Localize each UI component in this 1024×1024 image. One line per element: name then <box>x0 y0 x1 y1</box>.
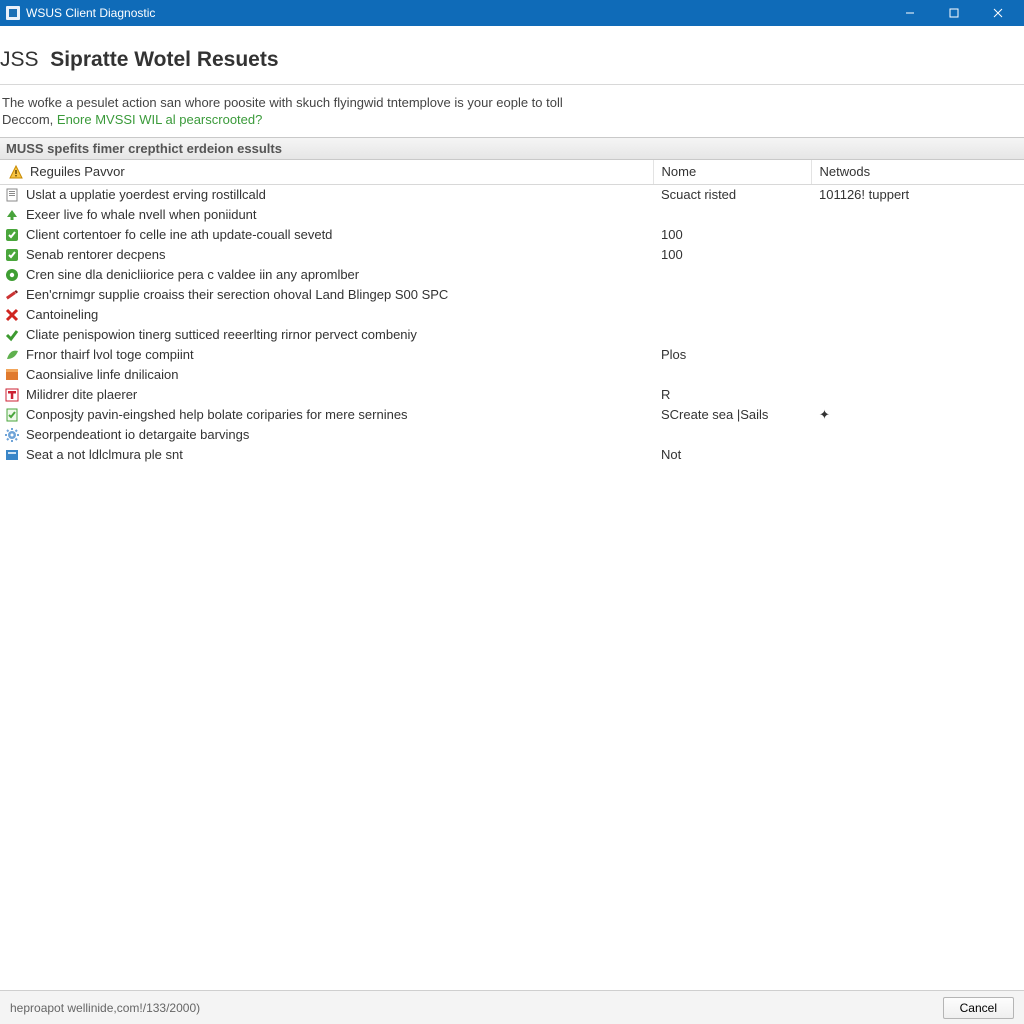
row-name: Scuact risted <box>653 184 811 205</box>
table-row[interactable]: Cren sine dla denicliiorice pera c valde… <box>0 265 1024 285</box>
intro-line-1: The wofke a pesulet action san whore poo… <box>2 95 1018 112</box>
close-icon <box>993 8 1003 18</box>
green-tick-icon <box>4 327 20 343</box>
table-row[interactable]: Senab rentorer decpens 100 <box>0 245 1024 265</box>
intro-line-2: Deccom, Enore MVSSI WIL al pearscrooted? <box>2 112 1018 129</box>
window-titlebar: WSUS Client Diagnostic <box>0 0 1024 26</box>
green-up-icon <box>4 207 20 223</box>
window-title: WSUS Client Diagnostic <box>26 6 155 20</box>
row-network <box>811 305 1024 325</box>
row-name <box>653 265 811 285</box>
row-network <box>811 345 1024 365</box>
maximize-button[interactable] <box>932 0 976 26</box>
results-header-row: Reguiles Pavvor Nome Netwods <box>0 160 1024 185</box>
row-desc: Frnor thairf lvol toge compiint <box>26 347 194 362</box>
table-row[interactable]: Exeer live fo whale nvell when poniidunt <box>0 205 1024 225</box>
table-row[interactable]: Conposjty pavin-eingshed help bolate cor… <box>0 405 1024 425</box>
row-name: R <box>653 385 811 405</box>
table-row[interactable]: Frnor thairf lvol toge compiint Plos <box>0 345 1024 365</box>
row-network <box>811 365 1024 385</box>
row-desc: Senab rentorer decpens <box>26 247 165 262</box>
page-heading: JSS Sipratte Wotel Resuets <box>0 26 1024 85</box>
table-row[interactable]: Seorpendeationt io detargaite barvings <box>0 425 1024 445</box>
row-name <box>653 325 811 345</box>
table-row[interactable]: Milidrer dite plaerer R <box>0 385 1024 405</box>
row-desc: Cliate penispowion tinerg sutticed reeer… <box>26 327 417 342</box>
row-desc: Seat a not ldlclmura ple snt <box>26 447 183 462</box>
red-x-icon <box>4 307 20 323</box>
row-network <box>811 445 1024 465</box>
row-name <box>653 285 811 305</box>
col-header-name[interactable]: Nome <box>653 160 811 185</box>
row-desc: Milidrer dite plaerer <box>26 387 137 402</box>
row-name <box>653 305 811 325</box>
row-desc: Exeer live fo whale nvell when poniidunt <box>26 207 257 222</box>
row-network: 101126! tuppert <box>811 184 1024 205</box>
intro-text: The wofke a pesulet action san whore poo… <box>0 85 1024 137</box>
status-text: heproapot wellinide,com!/133/2000) <box>10 1001 200 1015</box>
green-doc-icon <box>4 407 20 423</box>
page-title: JSS Sipratte Wotel Resuets <box>0 48 1024 72</box>
status-bar: heproapot wellinide,com!/133/2000) Cance… <box>0 990 1024 1024</box>
table-row[interactable]: Cantoineling <box>0 305 1024 325</box>
row-network <box>811 225 1024 245</box>
title-prefix: JSS <box>0 48 39 71</box>
row-network <box>811 325 1024 345</box>
row-network <box>811 385 1024 405</box>
row-network <box>811 245 1024 265</box>
row-name: Not <box>653 445 811 465</box>
cancel-button[interactable]: Cancel <box>943 997 1014 1019</box>
blue-box-icon <box>4 447 20 463</box>
row-desc: Cren sine dla denicliiorice pera c valde… <box>26 267 359 282</box>
row-desc: Uslat a upplatie yoerdest erving rostill… <box>26 187 266 202</box>
red-t-icon <box>4 387 20 403</box>
row-network <box>811 425 1024 445</box>
green-disc-icon <box>4 267 20 283</box>
orange-box-icon <box>4 367 20 383</box>
table-row[interactable]: Client cortentoer fo celle ine ath updat… <box>0 225 1024 245</box>
results-table: Reguiles Pavvor Nome Netwods Uslat a upp… <box>0 160 1024 465</box>
page-icon <box>4 187 20 203</box>
row-desc: Client cortentoer fo celle ine ath updat… <box>26 227 332 242</box>
row-network <box>811 285 1024 305</box>
intro-link[interactable]: Enore MVSSI WIL al pearscrooted? <box>57 112 262 127</box>
table-row[interactable]: Seat a not ldlclmura ple snt Not <box>0 445 1024 465</box>
green-box-icon <box>4 227 20 243</box>
warning-icon <box>8 164 24 180</box>
row-desc: Een'crnimgr supplie croaiss their serect… <box>26 287 448 302</box>
row-name <box>653 425 811 445</box>
minimize-icon <box>905 8 915 18</box>
blue-gear-icon <box>4 427 20 443</box>
close-button[interactable] <box>976 0 1020 26</box>
row-network: ✦ <box>811 405 1024 425</box>
row-name: Plos <box>653 345 811 365</box>
col-header-net[interactable]: Netwods <box>811 160 1024 185</box>
table-row[interactable]: Caonsialive linfe dnilicaion <box>0 365 1024 385</box>
title-main: Sipratte Wotel Resuets <box>50 48 278 71</box>
row-desc: Conposjty pavin-eingshed help bolate cor… <box>26 407 408 422</box>
table-row[interactable]: Een'crnimgr supplie croaiss their serect… <box>0 285 1024 305</box>
row-name: SCreate sea |Sails <box>653 405 811 425</box>
col-header-desc[interactable]: Reguiles Pavvor <box>0 160 653 185</box>
red-pencil-icon <box>4 287 20 303</box>
section-header: MUSS spefits fimer crepthict erdeion ess… <box>0 137 1024 160</box>
row-name <box>653 205 811 225</box>
row-desc: Seorpendeationt io detargaite barvings <box>26 427 249 442</box>
green-box-icon <box>4 247 20 263</box>
content-area: JSS Sipratte Wotel Resuets The wofke a p… <box>0 26 1024 990</box>
row-desc: Cantoineling <box>26 307 98 322</box>
green-leaf-icon <box>4 347 20 363</box>
row-name: 100 <box>653 225 811 245</box>
table-row[interactable]: Cliate penispowion tinerg sutticed reeer… <box>0 325 1024 345</box>
table-row[interactable]: Uslat a upplatie yoerdest erving rostill… <box>0 184 1024 205</box>
row-name: 100 <box>653 245 811 265</box>
minimize-button[interactable] <box>888 0 932 26</box>
app-icon <box>6 6 20 20</box>
maximize-icon <box>949 8 959 18</box>
row-name <box>653 365 811 385</box>
row-network <box>811 205 1024 225</box>
row-desc: Caonsialive linfe dnilicaion <box>26 367 178 382</box>
row-network <box>811 265 1024 285</box>
